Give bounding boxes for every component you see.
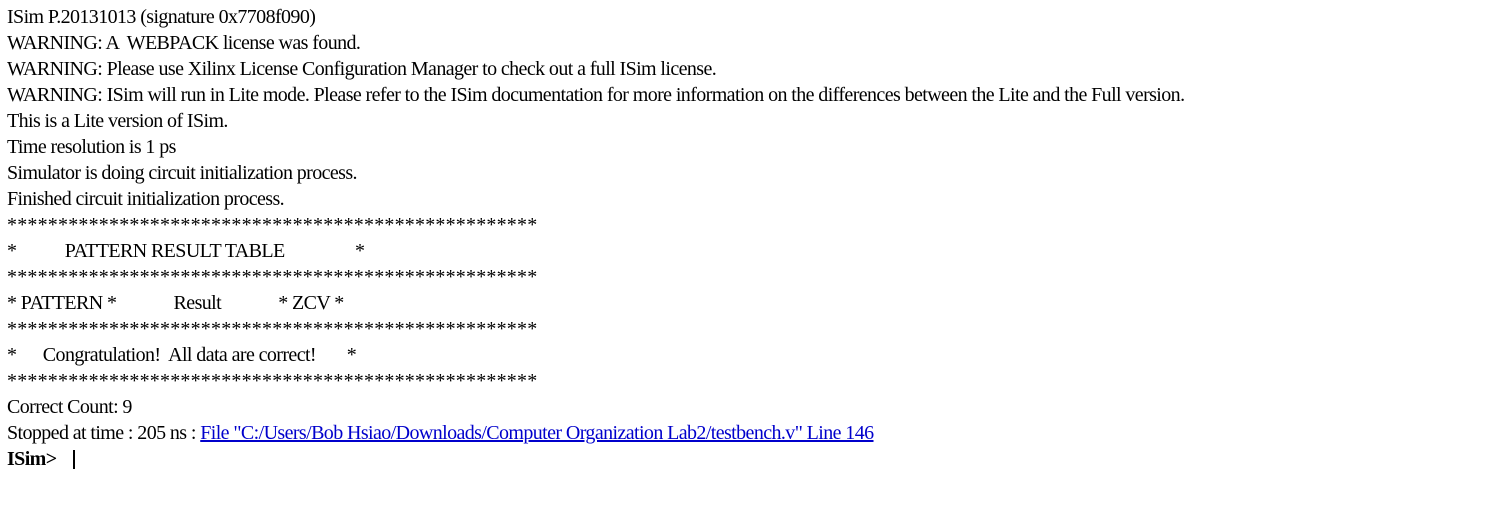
text-cursor bbox=[72, 449, 75, 469]
source-file-link[interactable]: File "C:/Users/Bob Hsiao/Downloads/Compu… bbox=[200, 422, 874, 444]
console-line-lite-version: This is a Lite version of ISim. bbox=[7, 110, 228, 132]
console-line-init-finish: Finished circuit initialization process. bbox=[7, 188, 285, 210]
console-line-time-resolution: Time resolution is 1 ps bbox=[7, 136, 176, 158]
command-input[interactable] bbox=[57, 446, 457, 472]
console-line-separator: ****************************************… bbox=[7, 266, 538, 288]
console-line-separator: ****************************************… bbox=[7, 370, 538, 392]
console-line-table-header: * PATTERN * Result * ZCV * bbox=[7, 292, 344, 314]
stopped-prefix: Stopped at time : 205 ns : bbox=[7, 422, 201, 444]
console-line-result-message: * Congratulation! All data are correct! … bbox=[7, 344, 357, 366]
prompt-label: ISim> bbox=[7, 448, 57, 470]
console-line-correct-count: Correct Count: 9 bbox=[7, 396, 132, 418]
console-line-init-start: Simulator is doing circuit initializatio… bbox=[7, 162, 358, 184]
console-line-warning-config: WARNING: Please use Xilinx License Confi… bbox=[7, 58, 717, 80]
console-line-warning-license: WARNING: A WEBPACK license was found. bbox=[7, 32, 361, 54]
console-line-warning-lite: WARNING: ISim will run in Lite mode. Ple… bbox=[7, 84, 1185, 106]
console-line-table-title: * PATTERN RESULT TABLE * bbox=[7, 240, 365, 262]
command-prompt: ISim> bbox=[7, 446, 1489, 472]
console-line-separator: ****************************************… bbox=[7, 214, 538, 236]
console-line-stopped: Stopped at time : 205 ns : File "C:/User… bbox=[7, 420, 1489, 446]
console-line-version: ISim P.20131013 (signature 0x7708f090) bbox=[7, 6, 316, 28]
console-line-separator: ****************************************… bbox=[7, 318, 538, 340]
console-output: ISim P.20131013 (signature 0x7708f090) W… bbox=[7, 4, 1489, 472]
